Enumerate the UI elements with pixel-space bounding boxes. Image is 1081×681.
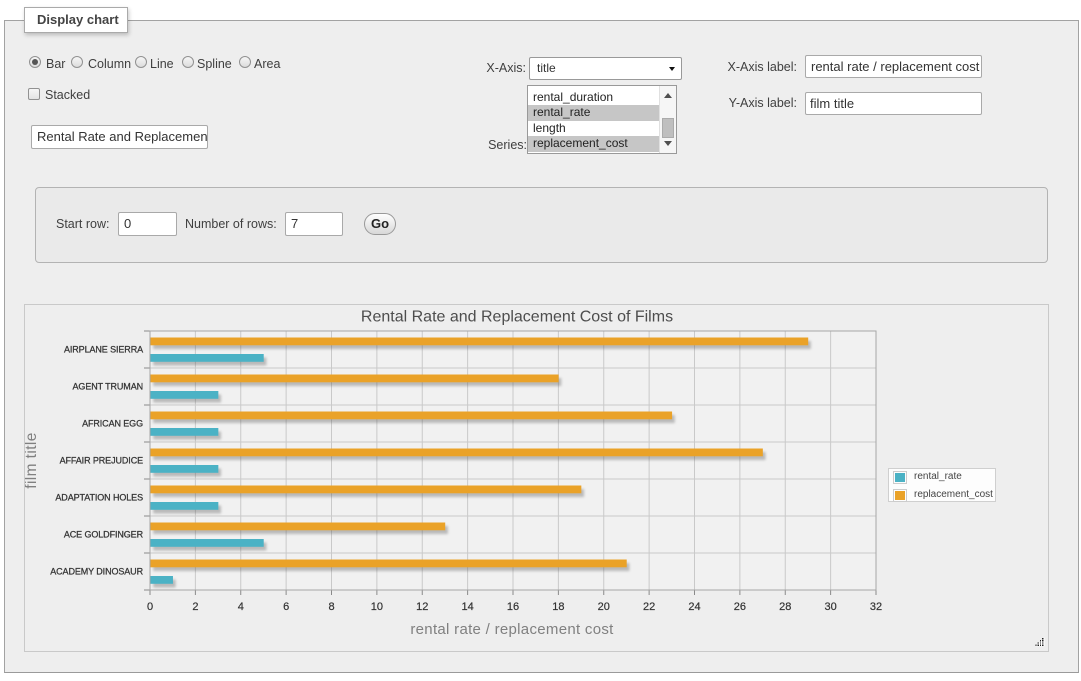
- svg-text:32: 32: [870, 601, 882, 613]
- svg-text:ACE GOLDFINGER: ACE GOLDFINGER: [64, 530, 144, 540]
- svg-text:22: 22: [643, 601, 655, 613]
- svg-text:AGENT TRUMAN: AGENT TRUMAN: [73, 382, 143, 392]
- svg-text:AFRICAN EGG: AFRICAN EGG: [82, 419, 143, 429]
- svg-text:ACADEMY DINOSAUR: ACADEMY DINOSAUR: [50, 567, 143, 577]
- svg-text:2: 2: [192, 601, 198, 613]
- svg-text:14: 14: [462, 601, 474, 613]
- svg-text:24: 24: [688, 601, 700, 613]
- svg-text:film title: film title: [25, 432, 40, 489]
- svg-text:30: 30: [825, 601, 837, 613]
- svg-text:Rental Rate and Replacement Co: Rental Rate and Replacement Cost of Film…: [361, 309, 673, 326]
- svg-text:4: 4: [238, 601, 244, 613]
- svg-text:AFFAIR PREJUDICE: AFFAIR PREJUDICE: [60, 456, 144, 466]
- svg-text:8: 8: [328, 601, 334, 613]
- svg-text:16: 16: [507, 601, 519, 613]
- svg-text:20: 20: [598, 601, 610, 613]
- svg-text:18: 18: [552, 601, 564, 613]
- svg-text:0: 0: [147, 601, 153, 613]
- svg-text:AIRPLANE SIERRA: AIRPLANE SIERRA: [64, 345, 143, 355]
- svg-text:ADAPTATION HOLES: ADAPTATION HOLES: [55, 493, 143, 503]
- svg-text:12: 12: [416, 601, 428, 613]
- svg-text:26: 26: [734, 601, 746, 613]
- svg-text:rental rate / replacement cost: rental rate / replacement cost: [410, 621, 614, 638]
- svg-text:10: 10: [371, 601, 383, 613]
- svg-text:6: 6: [283, 601, 289, 613]
- svg-text:28: 28: [779, 601, 791, 613]
